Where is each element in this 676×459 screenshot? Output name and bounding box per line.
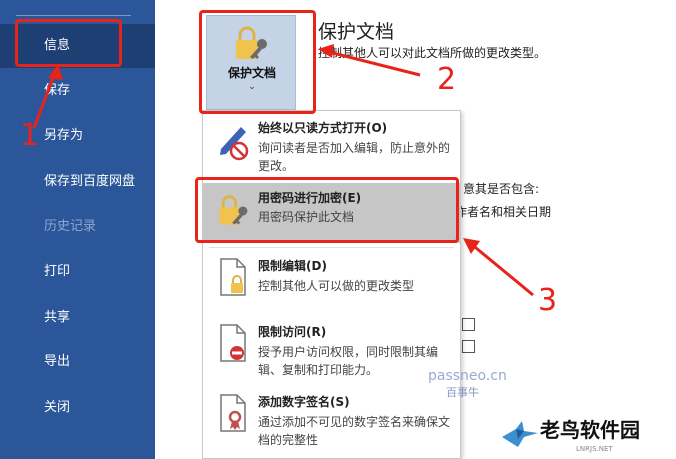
watermark-site: passneo.cn <box>428 368 507 384</box>
annotation-number-3: 3 <box>538 283 558 318</box>
watermark-logo-subtext: LNRJS.NET <box>576 445 613 453</box>
watermark-name: 百事牛 <box>446 386 479 399</box>
annotation-number-2: 2 <box>437 62 457 97</box>
annotation-arrows <box>32 44 534 297</box>
bird-logo-icon <box>502 421 538 447</box>
watermark-logo-text: 老鸟软件园 <box>540 418 640 442</box>
annotation-number-1: 1 <box>20 118 40 153</box>
